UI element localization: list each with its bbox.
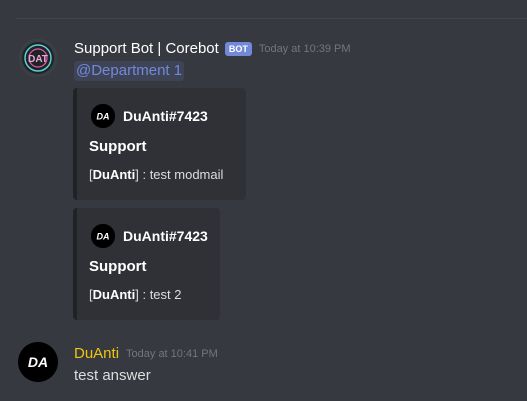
- duanti-avatar-icon[interactable]: DA: [18, 342, 58, 382]
- embed-description: [DuAnti] : test 2: [89, 287, 182, 302]
- author-name[interactable]: DuAnti: [74, 345, 119, 362]
- author-name[interactable]: Support Bot | Corebot: [74, 40, 219, 57]
- svg-text:DA: DA: [97, 232, 110, 242]
- svg-text:DA: DA: [28, 354, 48, 370]
- bot-badge: BOT: [224, 41, 252, 56]
- message-corebot: DAT Support Bot | Corebot BOT Today at 1…: [0, 0, 527, 330]
- role-mention[interactable]: @Department 1: [74, 61, 185, 81]
- chat-view: DAT Support Bot | Corebot BOT Today at 1…: [0, 0, 527, 401]
- embed-desc-text: : test 2: [138, 287, 182, 302]
- embed-desc-text: : test modmail: [138, 167, 224, 182]
- embed-desc-bold: DuAnti: [92, 167, 136, 182]
- embed-author-name: DuAnti#7423: [123, 108, 208, 124]
- message-timestamp[interactable]: Today at 10:39 PM: [259, 43, 351, 55]
- message-content: test answer: [74, 367, 151, 384]
- corebot-avatar-icon[interactable]: DAT: [18, 38, 58, 78]
- embed-description: [DuAnti] : test modmail: [89, 167, 223, 182]
- duanti-logo-icon: DA: [91, 104, 115, 128]
- embed-title: Support: [89, 138, 147, 155]
- message-duanti: DA DuAnti Today at 10:41 PM test answer: [0, 330, 527, 401]
- embed-title: Support: [89, 258, 147, 275]
- embed-desc-bold: DuAnti: [92, 287, 136, 302]
- embed-card: DA DuAnti#7423 Support [DuAnti] : test 2: [73, 208, 220, 320]
- embed-author: DA DuAnti#7423: [91, 104, 208, 128]
- message-header: Support Bot | Corebot BOT Today at 10:39…: [74, 40, 351, 57]
- embed-author: DA DuAnti#7423: [91, 224, 208, 248]
- duanti-logo-icon: DA: [91, 224, 115, 248]
- svg-text:DAT: DAT: [28, 54, 48, 65]
- svg-text:DA: DA: [97, 112, 110, 122]
- embed-author-name: DuAnti#7423: [123, 228, 208, 244]
- embed-card: DA DuAnti#7423 Support [DuAnti] : test m…: [73, 88, 246, 200]
- message-header: DuAnti Today at 10:41 PM: [74, 345, 218, 362]
- message-timestamp[interactable]: Today at 10:41 PM: [126, 348, 218, 360]
